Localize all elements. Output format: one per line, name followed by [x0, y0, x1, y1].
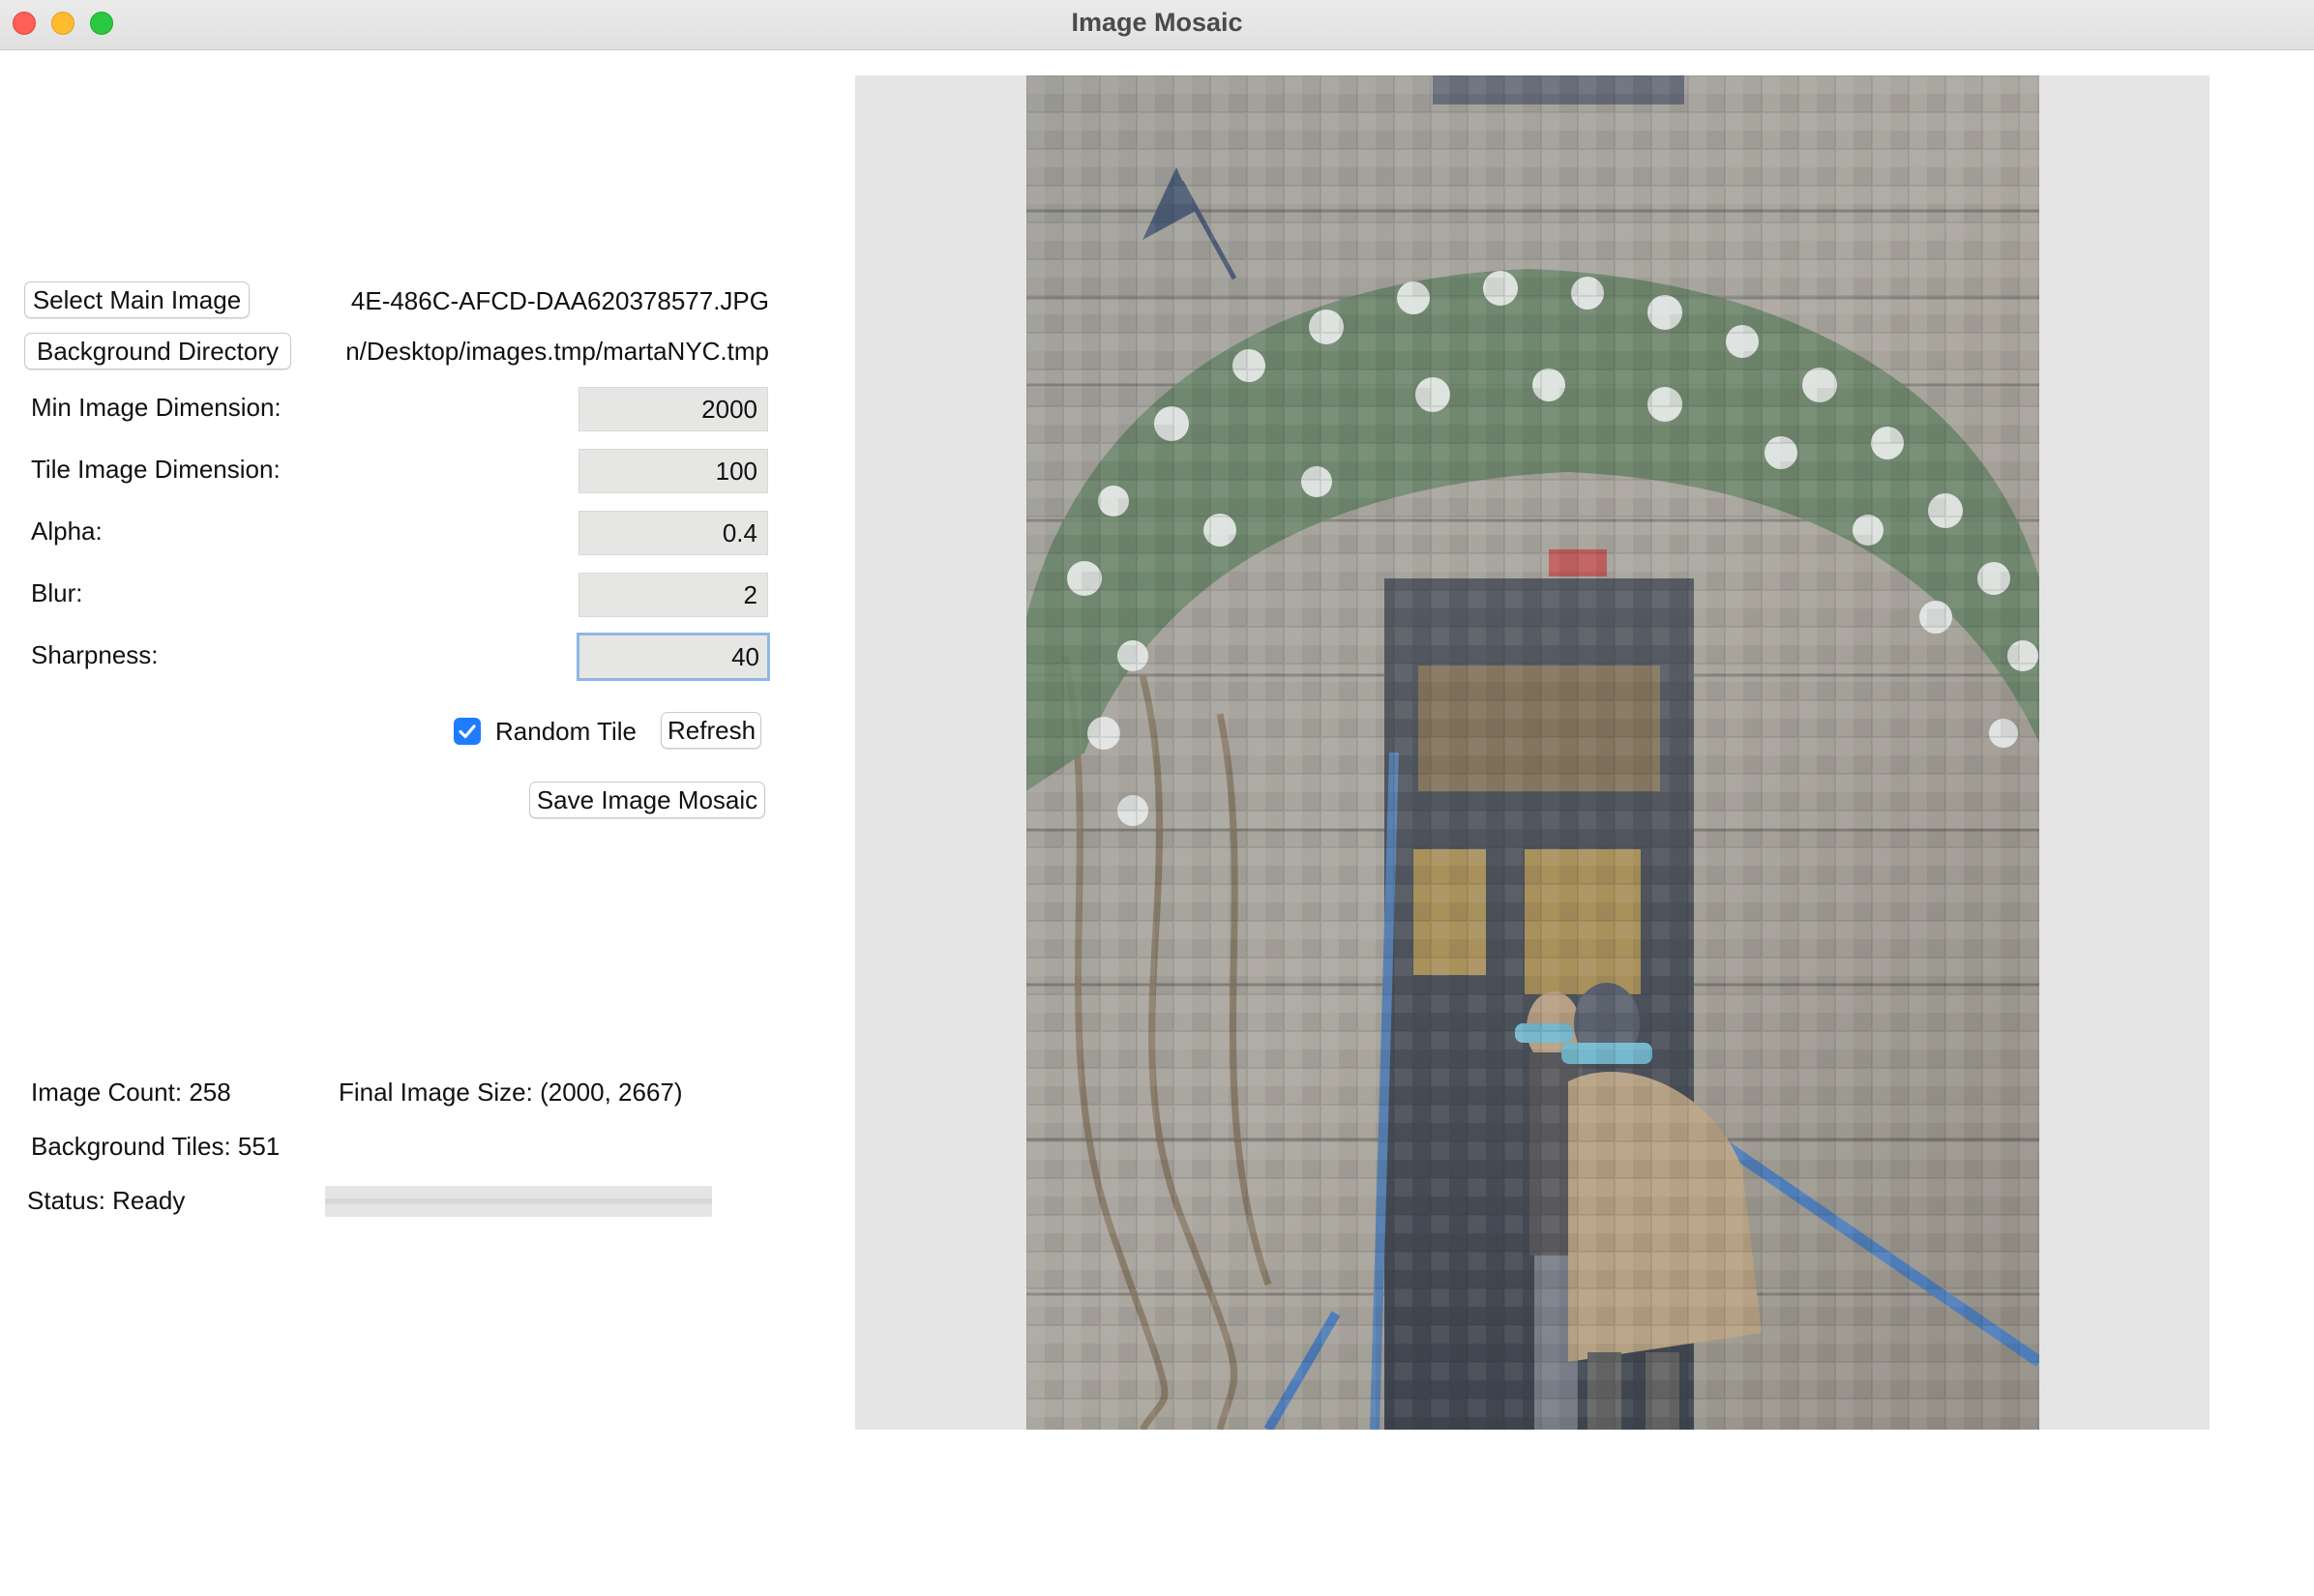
- final-image-size-label: Final Image Size: (2000, 2667): [339, 1078, 683, 1107]
- alpha-label: Alpha:: [31, 517, 103, 546]
- title-bar: Image Mosaic: [0, 0, 2314, 50]
- random-tile-checkbox[interactable]: [454, 718, 481, 745]
- main-image-path: 4E-486C-AFCD-DAA620378577.JPG: [350, 286, 769, 315]
- alpha-field[interactable]: [578, 511, 768, 555]
- background-directory-path: n/Desktop/images.tmp/martaNYC.tmp: [345, 337, 769, 366]
- blur-field[interactable]: [578, 573, 768, 617]
- tile-image-dimension-field[interactable]: [578, 449, 768, 493]
- background-directory-button[interactable]: Background Directory: [24, 333, 291, 369]
- min-image-dimension-field[interactable]: [578, 387, 768, 431]
- select-main-image-button[interactable]: Select Main Image: [24, 281, 250, 318]
- sharpness-field[interactable]: [577, 633, 770, 681]
- progress-track: [325, 1198, 712, 1204]
- save-image-mosaic-button[interactable]: Save Image Mosaic: [529, 782, 765, 818]
- min-image-dimension-label: Min Image Dimension:: [31, 393, 282, 422]
- status-label: Status: Ready: [27, 1186, 186, 1215]
- sharpness-label: Sharpness:: [31, 640, 159, 669]
- image-count-label: Image Count: 258: [31, 1078, 231, 1107]
- mosaic-photo-icon: [1026, 75, 2039, 1430]
- blur-label: Blur:: [31, 578, 83, 607]
- random-tile-label[interactable]: Random Tile: [495, 717, 637, 746]
- refresh-button[interactable]: Refresh: [661, 712, 761, 749]
- checkmark-icon: [459, 724, 476, 739]
- window-title: Image Mosaic: [1071, 8, 1243, 37]
- app-window: Image Mosaic Select Main Image 4E-486C-A…: [0, 0, 2314, 1596]
- progress-bar: [325, 1186, 712, 1217]
- tile-image-dimension-label: Tile Image Dimension:: [31, 455, 281, 484]
- mosaic-preview-image: [1026, 75, 2039, 1430]
- background-tiles-label: Background Tiles: 551: [31, 1132, 281, 1161]
